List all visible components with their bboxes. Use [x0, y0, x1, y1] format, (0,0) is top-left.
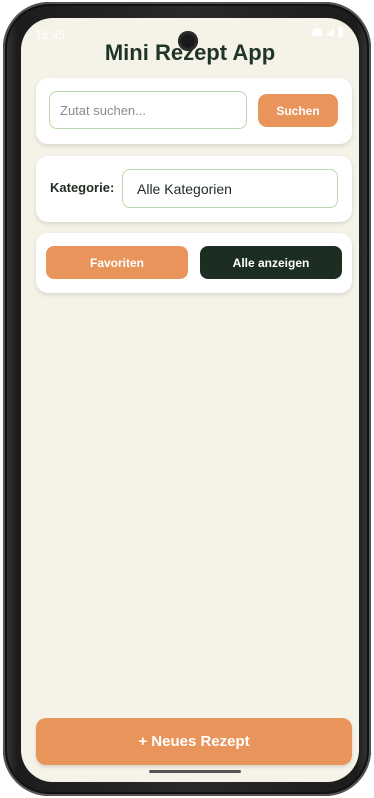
home-indicator[interactable] — [149, 770, 241, 773]
favorites-button[interactable]: Favoriten — [46, 246, 188, 279]
phone-frame: 16:45 Mini Rezept App Suchen Kategorie: … — [3, 2, 371, 796]
camera-icon — [178, 31, 198, 51]
search-button[interactable]: Suchen — [258, 94, 338, 127]
search-card: Suchen — [36, 78, 352, 144]
signal-icon — [326, 28, 334, 36]
category-card: Kategorie: Alle Kategorien — [36, 156, 352, 222]
new-recipe-button[interactable]: + Neues Rezept — [36, 718, 352, 765]
category-select[interactable]: Alle Kategorien — [122, 169, 338, 208]
search-input[interactable] — [49, 91, 247, 129]
show-all-button[interactable]: Alle anzeigen — [200, 246, 342, 279]
status-icons — [312, 27, 343, 37]
category-label: Kategorie: — [50, 180, 115, 195]
app-screen: 16:45 Mini Rezept App Suchen Kategorie: … — [21, 18, 359, 782]
filter-card: Favoriten Alle anzeigen — [36, 233, 352, 293]
wifi-icon — [312, 28, 322, 36]
battery-icon — [338, 27, 343, 37]
